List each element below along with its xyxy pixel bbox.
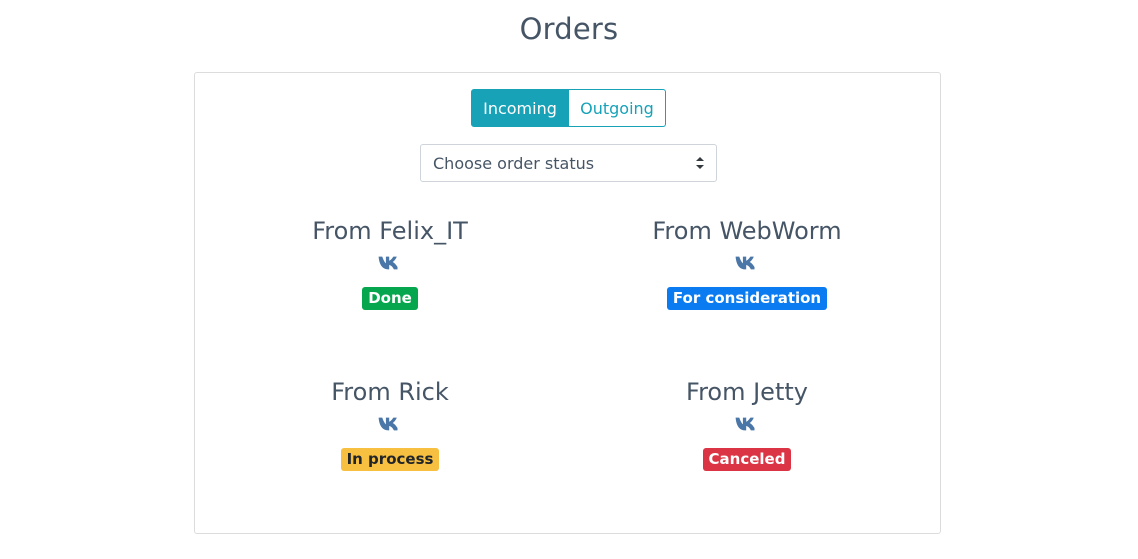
tab-incoming[interactable]: Incoming — [471, 89, 569, 127]
vk-icon[interactable] — [378, 417, 402, 431]
order-status-select[interactable]: Choose order status — [420, 144, 717, 182]
vk-icon[interactable] — [735, 417, 759, 431]
order-item: From Rick In process — [240, 377, 540, 471]
vk-icon[interactable] — [735, 256, 759, 270]
tab-outgoing[interactable]: Outgoing — [569, 89, 666, 127]
status-badge: In process — [340, 448, 440, 471]
status-badge: Canceled — [702, 448, 792, 471]
order-status-select-value: Choose order status — [433, 153, 595, 173]
order-item: From WebWorm For consideration — [597, 216, 897, 310]
orders-card: Incoming Outgoing Choose order status Fr… — [194, 72, 941, 534]
direction-tabs: Incoming Outgoing — [471, 89, 666, 127]
vk-icon[interactable] — [378, 256, 402, 270]
order-title: From Felix_IT — [312, 217, 468, 245]
order-title: From WebWorm — [652, 217, 842, 245]
order-title: From Rick — [331, 378, 449, 406]
status-badge: Done — [362, 287, 418, 310]
order-item: From Felix_IT Done — [240, 216, 540, 310]
status-badge: For consideration — [666, 287, 828, 310]
order-title: From Jetty — [686, 378, 808, 406]
select-arrows-icon — [696, 157, 704, 169]
page-title: Orders — [519, 12, 619, 46]
order-item: From Jetty Canceled — [597, 377, 897, 471]
